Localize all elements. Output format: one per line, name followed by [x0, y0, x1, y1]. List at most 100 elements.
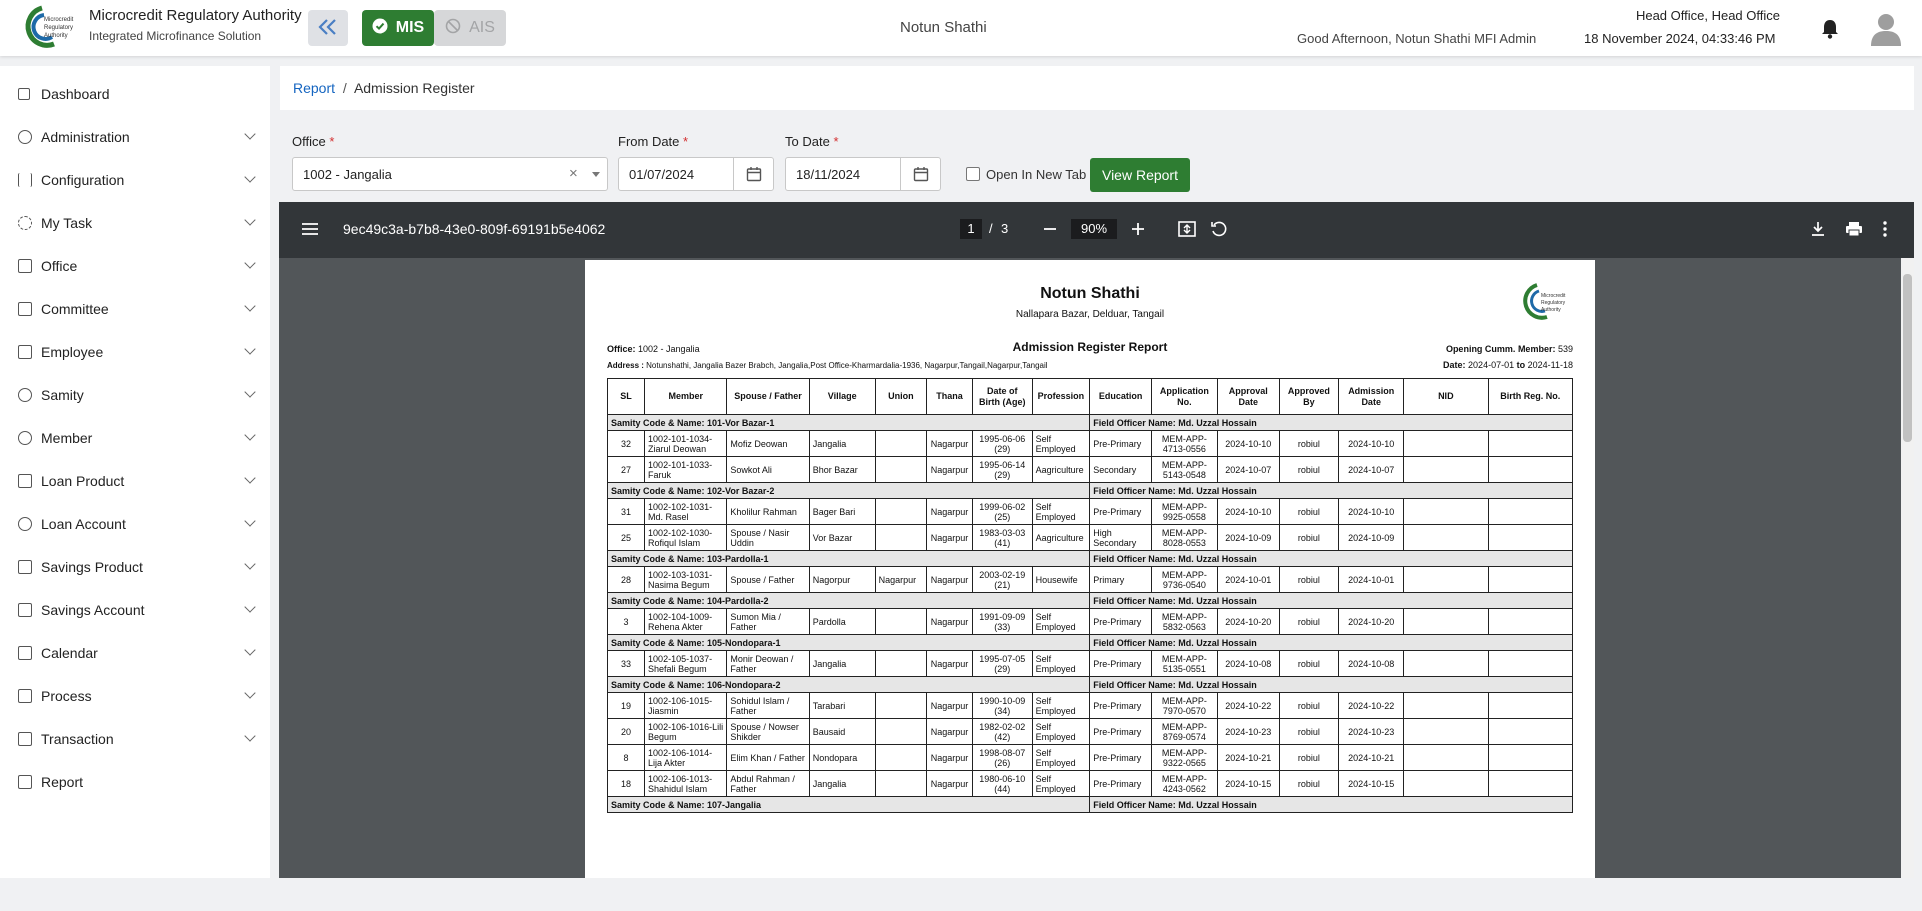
table-cell: Self Employed	[1031, 692, 1091, 719]
table-cell: robiul	[1278, 650, 1340, 677]
table-cell: 2024-10-22	[1216, 692, 1280, 719]
from-date-value: 01/07/2024	[629, 166, 695, 182]
table-cell: 1002-106-1013-Shahidul Islam	[644, 770, 728, 797]
clear-icon[interactable]: ×	[569, 165, 578, 182]
table-cell	[874, 430, 928, 457]
table-cell: Nagarpur	[926, 524, 973, 551]
table-cell: MEM-APP-5832-0563	[1150, 608, 1218, 635]
table-cell: Sumon Mia / Father	[726, 608, 810, 635]
to-date-input[interactable]: 18/11/2024	[785, 157, 941, 191]
table-cell: robiul	[1278, 692, 1340, 719]
org-subtitle: Integrated Microfinance Solution	[89, 29, 262, 43]
bell-icon[interactable]	[1820, 18, 1840, 43]
blocked-icon	[445, 18, 461, 39]
sidebar-item-committee[interactable]: Committee	[0, 292, 270, 326]
table-cell: 20	[606, 718, 646, 745]
table-cell: 1999-06-02 (25)	[971, 498, 1033, 525]
user-avatar-icon[interactable]	[1870, 12, 1902, 49]
column-header: Approved By	[1278, 378, 1340, 415]
table-cell: Nagarpur	[926, 650, 973, 677]
sidebar-item-samity[interactable]: Samity	[0, 378, 270, 412]
pdf-scrollbar[interactable]	[1901, 258, 1914, 878]
chevron-down-icon	[244, 300, 256, 312]
table-cell: MEM-APP-8028-0553	[1150, 524, 1218, 551]
mfi-name: Notun Shathi	[900, 19, 987, 36]
table-cell: Pre-Primary	[1089, 718, 1152, 745]
table-cell: 8	[606, 744, 646, 771]
zoom-in-icon[interactable]	[1131, 221, 1145, 240]
page-number-input[interactable]: 1	[960, 219, 982, 239]
table-cell: 33	[606, 650, 646, 677]
pdf-scrollbar-thumb[interactable]	[1903, 274, 1912, 442]
column-header: Admission Date	[1338, 378, 1405, 415]
breadcrumb-report-link[interactable]: Report	[293, 80, 335, 96]
view-report-button[interactable]: View Report	[1090, 158, 1190, 192]
table-cell: robiul	[1278, 770, 1340, 797]
print-icon[interactable]	[1845, 220, 1863, 241]
sidebar-item-employee[interactable]: Employee	[0, 335, 270, 369]
fit-page-icon[interactable]	[1178, 220, 1196, 241]
more-icon[interactable]	[1882, 220, 1888, 241]
sidebar-item-calendar[interactable]: Calendar	[0, 636, 270, 670]
sidebar-item-savings-product[interactable]: Savings Product	[0, 550, 270, 584]
mis-button[interactable]: MIS	[362, 10, 434, 46]
sidebar-item-report[interactable]: Report	[0, 765, 270, 799]
table-cell: 2003-02-19 (21)	[971, 566, 1033, 593]
column-header: Birth Reg. No.	[1487, 378, 1574, 415]
samity-group-row: Samity Code & Name: 104-Pardolla-2 Field …	[606, 592, 1573, 609]
column-header: Thana	[926, 378, 973, 415]
sidebar-item-office[interactable]: Office	[0, 249, 270, 283]
sidebar-item-savings-account[interactable]: Savings Account	[0, 593, 270, 627]
table-cell: MEM-APP-9322-0565	[1150, 744, 1218, 771]
sidebar-item-member[interactable]: Member	[0, 421, 270, 455]
page-footer-strip	[0, 878, 1922, 911]
calendar-icon[interactable]	[733, 158, 773, 190]
pdf-filename: 9ec49c3a-b7b8-43e0-809f-69191b5e4062	[343, 221, 606, 237]
sidebar-item-transaction[interactable]: Transaction	[0, 722, 270, 756]
from-date-input[interactable]: 01/07/2024	[618, 157, 774, 191]
pdf-viewport[interactable]: Notun Shathi Nallapara Bazar, Delduar, T…	[279, 258, 1914, 878]
zoom-input[interactable]: 90%	[1071, 219, 1117, 239]
column-header: Member	[644, 378, 728, 415]
table-cell	[874, 608, 928, 635]
sidebar-item-loan-account[interactable]: Loan Account	[0, 507, 270, 541]
sidebar-item-dashboard[interactable]: Dashboard	[0, 77, 270, 111]
to-date-value: 18/11/2024	[796, 166, 861, 182]
office-select[interactable]: 1002 - Jangalia ×	[292, 157, 608, 191]
chevron-down-icon	[244, 171, 256, 183]
column-header: Spouse / Father	[726, 378, 810, 415]
sidebar-item-administration[interactable]: Administration	[0, 120, 270, 154]
sidebar-collapse-button[interactable]	[308, 10, 348, 46]
savings-product-icon	[18, 560, 32, 574]
zoom-out-icon[interactable]	[1043, 221, 1057, 240]
table-cell: 2024-10-07	[1338, 456, 1405, 483]
ais-button[interactable]: AIS	[434, 10, 506, 46]
page-total: 3	[1001, 221, 1009, 236]
sidebar-item-my-task[interactable]: My Task	[0, 206, 270, 240]
table-cell: robiul	[1278, 430, 1340, 457]
table-row: 8 1002-106-1014-Lija Akter Elim Khan / Fat…	[606, 744, 1574, 771]
calendar-icon[interactable]	[900, 158, 940, 190]
report-icon	[18, 775, 32, 789]
sidebar-item-configuration[interactable]: Configuration	[0, 163, 270, 197]
menu-icon[interactable]	[301, 221, 319, 240]
sidebar-item-process[interactable]: Process	[0, 679, 270, 713]
table-cell	[1487, 456, 1574, 483]
table-cell: Primary	[1089, 566, 1152, 593]
table-cell: 1995-06-06 (29)	[971, 430, 1033, 457]
table-cell: Nagarpur	[926, 770, 973, 797]
table-cell: Self Employed	[1031, 770, 1091, 797]
collapse-chevrons-icon	[316, 17, 340, 40]
group-icon	[18, 388, 32, 402]
pdf-toolbar: 9ec49c3a-b7b8-43e0-809f-69191b5e4062 1 /…	[279, 202, 1914, 258]
open-new-tab-checkbox[interactable]	[966, 167, 980, 181]
rotate-icon[interactable]	[1210, 220, 1228, 241]
report-logo: Microcredit Regulatory Authority	[1517, 282, 1571, 325]
dropdown-caret-icon[interactable]	[592, 172, 600, 177]
table-cell: Bhor Bazar	[808, 456, 876, 483]
savings-account-icon	[18, 603, 32, 617]
table-cell: 2024-10-09	[1338, 524, 1405, 551]
table-cell: Pardolla	[808, 608, 876, 635]
sidebar-item-loan-product[interactable]: Loan Product	[0, 464, 270, 498]
download-icon[interactable]	[1810, 220, 1826, 241]
